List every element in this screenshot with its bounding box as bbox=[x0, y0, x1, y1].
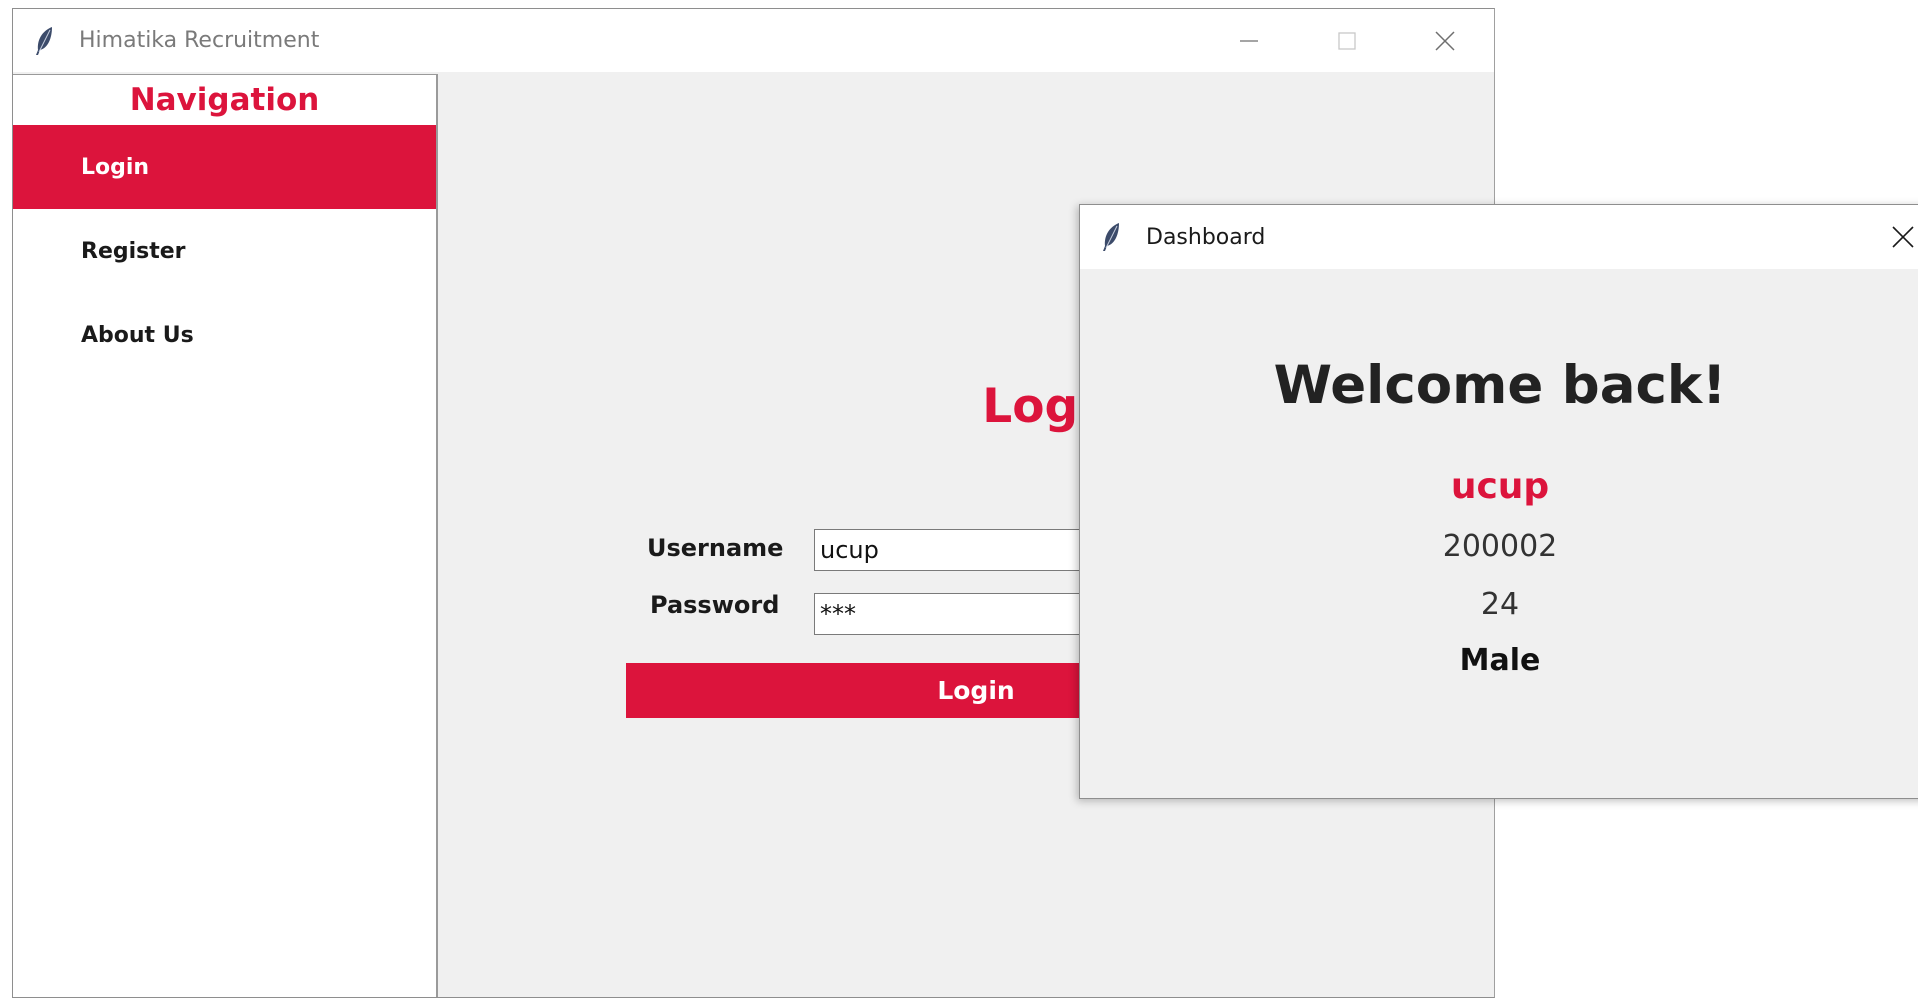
close-icon[interactable] bbox=[1396, 9, 1494, 72]
feather-icon bbox=[33, 26, 59, 56]
sidebar: Navigation Login Register About Us bbox=[13, 74, 438, 997]
dashboard-body: Welcome back! ucup 200002 24 Male bbox=[1080, 269, 1918, 798]
minimize-icon[interactable] bbox=[1200, 9, 1298, 72]
sidebar-item-login[interactable]: Login bbox=[13, 125, 436, 209]
password-label: Password bbox=[650, 591, 780, 619]
navigation-heading: Navigation bbox=[129, 82, 320, 118]
dashboard-window: Dashboard Welcome back! ucup 200002 24 M… bbox=[1079, 204, 1918, 799]
welcome-heading: Welcome back! bbox=[1273, 355, 1727, 416]
dashboard-gender: Male bbox=[1459, 643, 1541, 678]
feather-icon bbox=[1100, 222, 1126, 252]
maximize-icon[interactable] bbox=[1298, 9, 1396, 72]
dashboard-user-id: 200002 bbox=[1442, 529, 1558, 564]
dashboard-titlebar[interactable]: Dashboard bbox=[1080, 205, 1918, 269]
sidebar-item-label: Login bbox=[81, 154, 150, 180]
dashboard-title: Dashboard bbox=[1146, 224, 1266, 250]
dashboard-age: 24 bbox=[1480, 587, 1520, 622]
sidebar-item-label: Register bbox=[81, 238, 186, 264]
main-titlebar[interactable]: Himatika Recruitment bbox=[13, 9, 1494, 72]
close-icon[interactable] bbox=[1866, 205, 1918, 269]
username-label: Username bbox=[647, 534, 784, 562]
window-title: Himatika Recruitment bbox=[79, 28, 320, 53]
sidebar-item-label: About Us bbox=[81, 322, 194, 348]
sidebar-item-about-us[interactable]: About Us bbox=[13, 293, 436, 377]
sidebar-item-register[interactable]: Register bbox=[13, 209, 436, 293]
dashboard-username: ucup bbox=[1450, 466, 1550, 507]
